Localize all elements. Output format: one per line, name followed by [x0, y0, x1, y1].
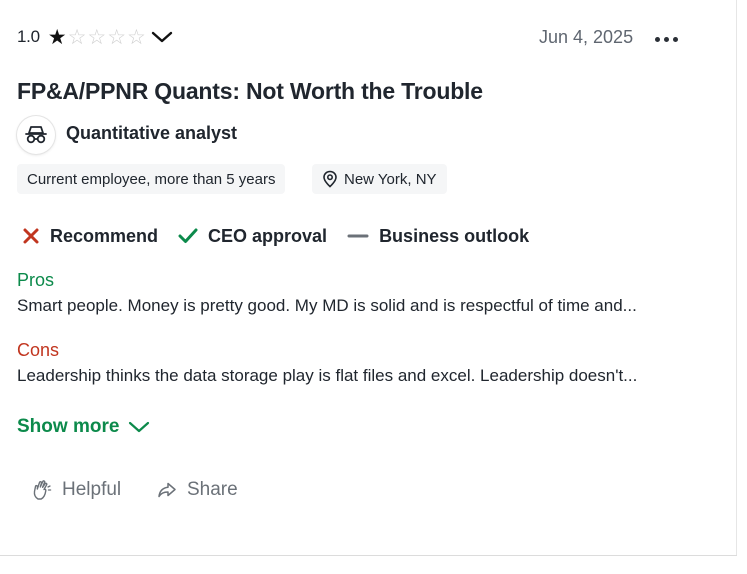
show-more-label: Show more [17, 416, 120, 437]
right-divider [736, 0, 737, 556]
star-rating: ★ ☆ ☆ ☆ ☆ [48, 27, 147, 48]
employment-tag-label: Current employee, more than 5 years [27, 170, 276, 188]
review-indicators: Recommend CEO approval Business outlook [22, 224, 549, 248]
share-label: Share [187, 479, 238, 500]
cons-heading: Cons [17, 340, 60, 360]
recommend-indicator: Recommend [22, 226, 158, 247]
ceo-approval-label: CEO approval [208, 225, 328, 246]
share-arrow-icon [158, 482, 176, 498]
recommend-label: Recommend [50, 225, 159, 246]
employment-tag: Current employee, more than 5 years [17, 164, 286, 194]
clapping-hands-icon [33, 480, 52, 500]
x-mark-icon [23, 228, 39, 244]
helpful-button[interactable]: Helpful [32, 478, 121, 502]
location-tag-label: New York, NY [344, 170, 437, 188]
star-icon: ☆ [67, 25, 87, 49]
pros-heading: Pros [17, 270, 55, 290]
star-icon: ☆ [107, 25, 127, 49]
business-outlook-label: Business outlook [379, 225, 530, 246]
star-icon: ★ [47, 25, 67, 49]
pros-text: Smart people. Money is pretty good. My M… [17, 296, 637, 315]
helpful-label: Helpful [62, 479, 122, 500]
job-title: Quantitative analyst [66, 123, 238, 143]
more-options-icon[interactable] [655, 30, 685, 48]
star-icon: ☆ [87, 25, 107, 49]
ceo-approval-indicator: CEO approval [178, 226, 327, 247]
dash-icon [347, 234, 369, 238]
review-date: Jun 4, 2025 [539, 27, 634, 47]
rating-row: 1.0 ★ ☆ ☆ ☆ ☆ [17, 24, 173, 50]
cons-text: Leadership thinks the data storage play … [17, 366, 638, 385]
location-pin-icon [322, 170, 338, 188]
show-more-button[interactable]: Show more [17, 416, 150, 438]
chevron-down-icon[interactable] [151, 30, 173, 44]
location-tag: New York, NY [312, 164, 447, 194]
business-outlook-indicator: Business outlook [347, 226, 529, 247]
spy-glasses-logo-icon [17, 116, 55, 154]
chevron-down-icon [129, 421, 150, 433]
star-icon: ☆ [127, 25, 146, 49]
review-title: FP&A/PPNR Quants: Not Worth the Trouble [17, 78, 483, 104]
check-icon [178, 228, 198, 243]
bottom-divider [0, 555, 737, 556]
share-button[interactable]: Share [157, 478, 238, 502]
rating-value: 1.0 [17, 27, 40, 46]
